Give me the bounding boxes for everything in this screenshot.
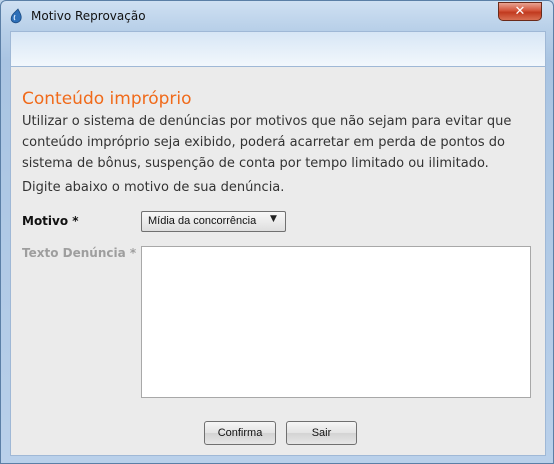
title-bar[interactable]: Motivo Reprovação ✕ [1, 1, 553, 31]
motivo-label: Motivo * [22, 214, 79, 228]
warning-description: Utilizar o sistema de denúncias por moti… [22, 114, 512, 171]
chevron-down-icon: ▼ [270, 214, 277, 224]
confirm-button[interactable]: Confirma [204, 421, 276, 445]
texto-denuncia-textarea[interactable] [141, 246, 531, 398]
dialog-window: Motivo Reprovação ✕ Conteúdo impróprio U… [0, 0, 554, 464]
close-icon: ✕ [514, 4, 526, 19]
exit-button[interactable]: Sair [286, 421, 357, 445]
close-button[interactable]: ✕ [498, 2, 542, 21]
header-banner [10, 31, 546, 67]
page-title: Conteúdo impróprio [22, 89, 192, 109]
motivo-selected-value: Mídia da concorrência [148, 215, 257, 227]
motivo-select[interactable]: Mídia da concorrência ▼ [141, 211, 286, 232]
dialog-body: Conteúdo impróprio Utilizar o sistema de… [10, 67, 546, 456]
app-drop-icon [9, 8, 23, 24]
texto-denuncia-label: Texto Denúncia * [22, 246, 137, 260]
instruction-text: Digite abaixo o motivo de sua denúncia. [22, 180, 285, 195]
window-title: Motivo Reprovação [31, 9, 146, 23]
